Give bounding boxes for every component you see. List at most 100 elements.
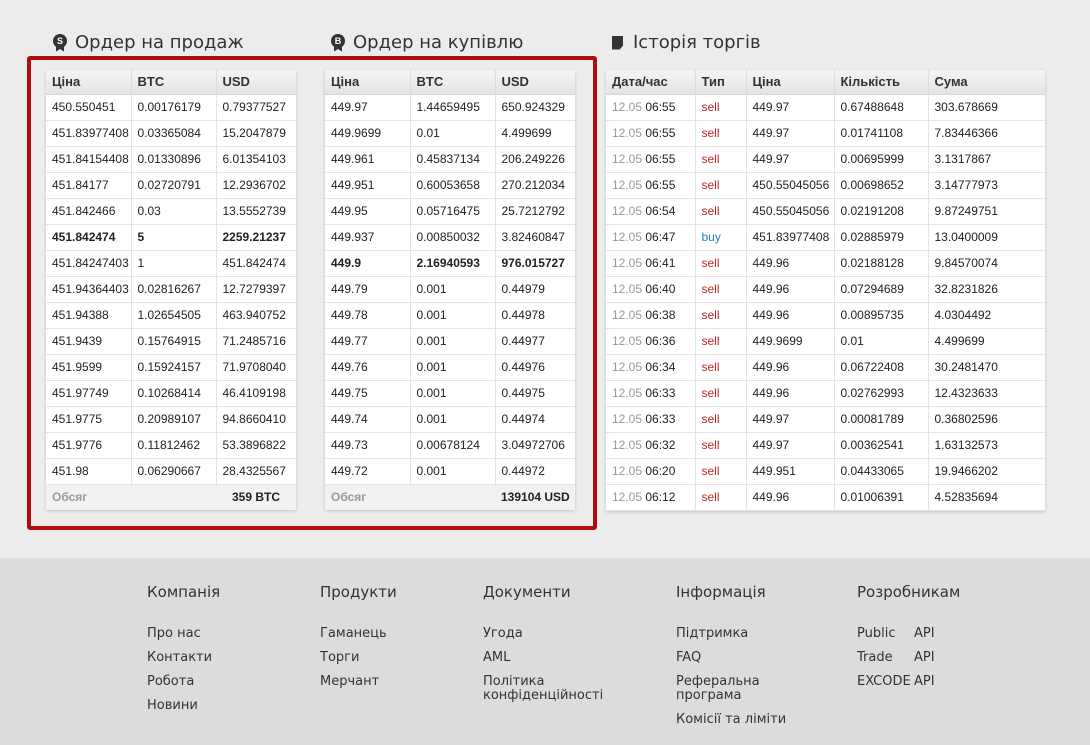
column-header[interactable]: Дата/час <box>606 70 696 95</box>
footer-link-public-api[interactable]: Public API <box>857 627 960 641</box>
table-cell: 0.001 <box>410 406 496 433</box>
table-row[interactable]: 449.951 0.60053658 270.212034 <box>325 172 575 199</box>
trade-amount-cell: 0.00362541 <box>834 432 929 459</box>
table-row[interactable]: 451.9439 0.15764915 71.2485716 <box>46 328 296 355</box>
footer-column-developers: Розробникам Public API Trade API EXCODE API <box>857 583 960 699</box>
table-cell: 12.2936702 <box>216 172 296 199</box>
table-row[interactable]: 451.9599 0.15924157 71.9708040 <box>46 354 296 381</box>
table-cell: 451.83977408 <box>46 120 132 147</box>
table-row[interactable]: 12.05 06:20 sell 449.951 0.04433065 19.94662… <box>606 458 1045 485</box>
table-row[interactable]: 449.73 0.00678124 3.04972706 <box>325 432 575 459</box>
table-row[interactable]: 12.05 06:55 sell 450.55045056 0.00698652 3.1… <box>606 172 1045 199</box>
table-row[interactable]: 451.84247403 1 451.842474 <box>46 250 296 277</box>
table-row[interactable]: 449.72 0.001 0.44972 <box>325 458 575 485</box>
footer-link-about[interactable]: Про нас <box>147 627 287 641</box>
footer-link-wallet[interactable]: Гаманець <box>320 627 460 641</box>
trade-price-cell: 449.97 <box>746 120 835 147</box>
trade-date: 12.05 <box>612 360 643 374</box>
table-row[interactable]: 12.05 06:34 sell 449.96 0.06722408 30.248147… <box>606 354 1045 381</box>
table-row[interactable]: 449.76 0.001 0.44976 <box>325 354 575 381</box>
table-cell: 451.98 <box>46 458 132 485</box>
footer-link-jobs[interactable]: Робота <box>147 675 287 689</box>
table-row[interactable]: 450.550451 0.00176179 0.79377527 <box>46 94 296 121</box>
footer-link-referral[interactable]: Реферальна програма <box>676 675 766 703</box>
table-row[interactable]: 451.97749 0.10268414 46.4109198 <box>46 380 296 407</box>
table-row[interactable]: 449.77 0.001 0.44977 <box>325 328 575 355</box>
trade-datetime-cell: 12.05 06:47 <box>606 224 696 251</box>
table-row[interactable]: 12.05 06:40 sell 449.96 0.07294689 32.823182… <box>606 276 1045 303</box>
table-row[interactable]: 451.94364403 0.02816267 12.7279397 <box>46 276 296 303</box>
table-row[interactable]: 12.05 06:33 sell 449.97 0.00081789 0.3680259… <box>606 406 1045 433</box>
footer-link-agreement[interactable]: Угода <box>483 627 623 641</box>
column-header[interactable]: Кількість <box>834 70 929 95</box>
column-header[interactable]: Сума <box>928 70 1045 95</box>
table-cell: 449.72 <box>325 458 411 485</box>
trade-type-cell: sell <box>695 328 747 355</box>
table-row[interactable]: 449.74 0.001 0.44974 <box>325 406 575 433</box>
table-row[interactable]: 12.05 06:54 sell 450.55045056 0.02191208 9.8… <box>606 198 1045 225</box>
table-row[interactable]: 12.05 06:12 sell 449.96 0.01006391 4.5283569… <box>606 484 1045 511</box>
table-row[interactable]: 451.84177 0.02720791 12.2936702 <box>46 172 296 199</box>
table-cell: 451.9776 <box>46 432 132 459</box>
table-row[interactable]: 12.05 06:55 sell 449.97 0.00695999 3.1317867 <box>606 146 1045 173</box>
table-row[interactable]: 449.95 0.05716475 25.7212792 <box>325 198 575 225</box>
footer-link-news[interactable]: Новини <box>147 699 287 713</box>
table-row[interactable]: 449.937 0.00850032 3.82460847 <box>325 224 575 251</box>
table-row[interactable]: 449.78 0.001 0.44978 <box>325 302 575 329</box>
table-row[interactable]: 449.97 1.44659495 650.924329 <box>325 94 575 121</box>
trade-datetime-cell: 12.05 06:55 <box>606 172 696 199</box>
column-header[interactable]: Ціна <box>325 70 411 95</box>
trade-total-cell: 30.2481470 <box>928 354 1045 381</box>
table-cell: 449.73 <box>325 432 411 459</box>
column-header[interactable]: Ціна <box>746 70 835 95</box>
column-header[interactable]: BTC <box>410 70 496 95</box>
table-cell: 0.79377527 <box>216 94 296 121</box>
table-row[interactable]: 12.05 06:33 sell 449.96 0.02762993 12.432363… <box>606 380 1045 407</box>
trade-total-cell: 9.84570074 <box>928 250 1045 277</box>
footer-heading: Розробникам <box>857 583 961 601</box>
table-row[interactable]: 12.05 06:55 sell 449.97 0.67488648 303.67866… <box>606 94 1045 121</box>
table-row[interactable]: 12.05 06:36 sell 449.9699 0.01 4.499699 <box>606 328 1045 355</box>
table-row[interactable]: 451.9776 0.11812462 53.3896822 <box>46 432 296 459</box>
trade-datetime-cell: 12.05 06:36 <box>606 328 696 355</box>
table-row[interactable]: 451.842474 5 2259.21237 <box>46 224 296 251</box>
table-row[interactable]: 12.05 06:55 sell 449.97 0.01741108 7.8344636… <box>606 120 1045 147</box>
column-header[interactable]: USD <box>495 70 575 95</box>
table-row[interactable]: 451.98 0.06290667 28.4325567 <box>46 458 296 485</box>
trade-price-cell: 449.97 <box>746 406 835 433</box>
table-row[interactable]: 449.75 0.001 0.44975 <box>325 380 575 407</box>
trade-history-table: Дата/час Тип Ціна Кількість Сума 12.05 0… <box>606 70 1045 511</box>
table-row[interactable]: 451.9775 0.20989107 94.8660410 <box>46 406 296 433</box>
table-row[interactable]: 449.9699 0.01 4.499699 <box>325 120 575 147</box>
column-header[interactable]: Ціна <box>46 70 132 95</box>
trade-time: 06:20 <box>645 464 676 478</box>
column-header[interactable]: USD <box>216 70 296 95</box>
trade-datetime-cell: 12.05 06:55 <box>606 94 696 121</box>
footer-link-merchant[interactable]: Мерчант <box>320 675 460 689</box>
footer-link-trading[interactable]: Торги <box>320 651 460 665</box>
table-row[interactable]: 449.961 0.45837134 206.249226 <box>325 146 575 173</box>
footer-link-faq[interactable]: FAQ <box>676 651 816 665</box>
footer-link-excode-api[interactable]: EXCODE API <box>857 675 960 689</box>
trade-time: 06:55 <box>645 178 676 192</box>
table-row[interactable]: 451.842466 0.03 13.5552739 <box>46 198 296 225</box>
table-row[interactable]: 12.05 06:47 buy 451.83977408 0.02885979 13.0… <box>606 224 1045 251</box>
table-row[interactable]: 451.94388 1.02654505 463.940752 <box>46 302 296 329</box>
table-row[interactable]: 451.83977408 0.03365084 15.2047879 <box>46 120 296 147</box>
table-cell: 1 <box>131 250 217 277</box>
footer-link-trade-api[interactable]: Trade API <box>857 651 960 665</box>
table-row[interactable]: 12.05 06:41 sell 449.96 0.02188128 9.8457007… <box>606 250 1045 277</box>
table-row[interactable]: 449.9 2.16940593 976.015727 <box>325 250 575 277</box>
footer-link-contacts[interactable]: Контакти <box>147 651 287 665</box>
table-row[interactable]: 12.05 06:32 sell 449.97 0.00362541 1.6313257… <box>606 432 1045 459</box>
table-row[interactable]: 451.84154408 0.01330896 6.01354103 <box>46 146 296 173</box>
footer-link-support[interactable]: Підтримка <box>676 627 816 641</box>
api-name: Public <box>857 626 896 641</box>
table-row[interactable]: 449.79 0.001 0.44979 <box>325 276 575 303</box>
table-row[interactable]: 12.05 06:38 sell 449.96 0.00895735 4.0304492 <box>606 302 1045 329</box>
footer-link-privacy-policy[interactable]: Політика конфіденційності <box>483 675 608 703</box>
footer-link-aml[interactable]: AML <box>483 651 623 665</box>
footer-link-fees-limits[interactable]: Комісії та ліміти <box>676 713 836 727</box>
column-header[interactable]: Тип <box>695 70 747 95</box>
column-header[interactable]: BTC <box>131 70 217 95</box>
